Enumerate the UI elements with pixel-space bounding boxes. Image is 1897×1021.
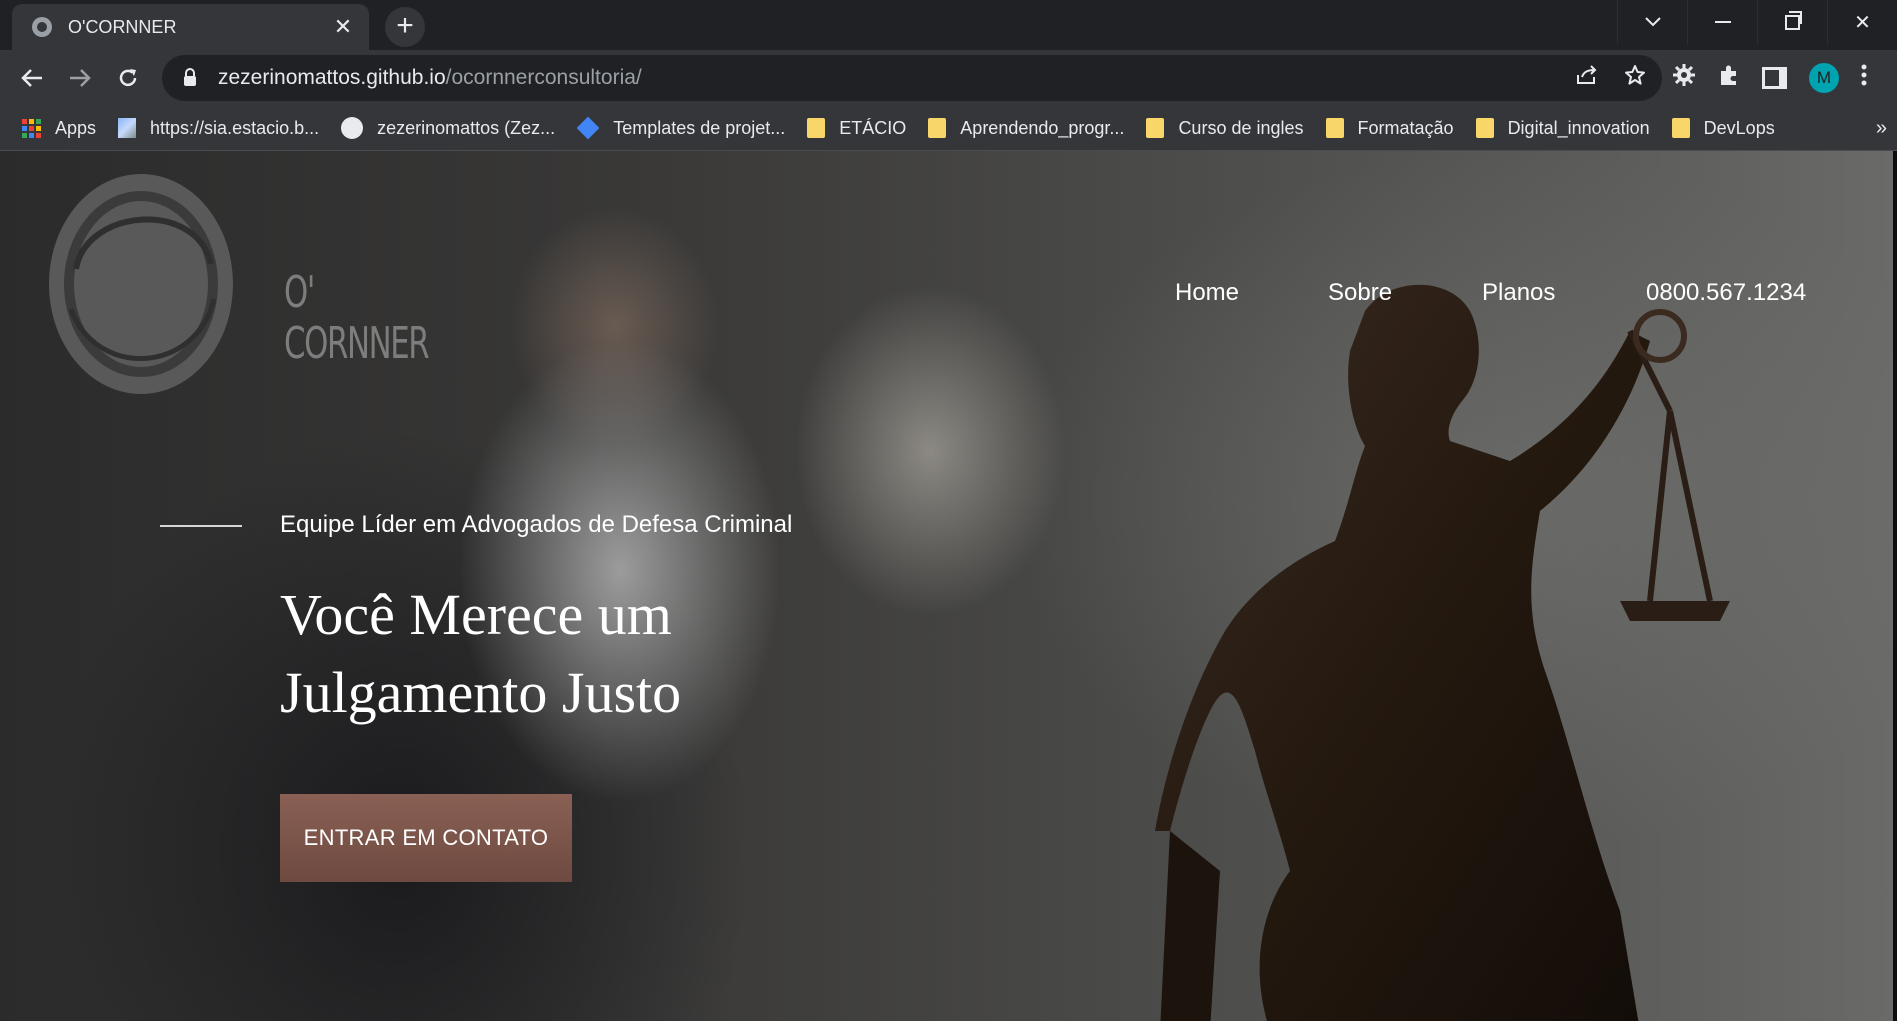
bookmark-folder-devlops[interactable]: DevLops bbox=[1671, 106, 1775, 150]
close-icon: ✕ bbox=[1854, 11, 1871, 34]
url-host: zezerinomattos.github.io bbox=[218, 66, 446, 89]
bookmark-label: DevLops bbox=[1703, 117, 1775, 138]
bookmark-label: Templates de projet... bbox=[613, 117, 786, 138]
browser-toolbar: zezerinomattos.github.io/ocornnerconsult… bbox=[0, 50, 1897, 106]
arrow-right-icon bbox=[70, 69, 91, 87]
new-tab-button[interactable]: + bbox=[385, 7, 425, 47]
extensions-area: M bbox=[1672, 55, 1867, 101]
bookmark-label: Curso de ingles bbox=[1178, 117, 1304, 138]
nav-planos[interactable]: Planos bbox=[1482, 279, 1555, 307]
reload-button[interactable] bbox=[108, 58, 148, 98]
folder-icon bbox=[1325, 118, 1344, 138]
arrow-left-icon bbox=[21, 69, 42, 87]
logo-emblem-icon bbox=[49, 174, 233, 394]
folder-icon bbox=[928, 118, 947, 138]
bookmark-label: Apps bbox=[55, 117, 97, 138]
github-icon bbox=[341, 117, 364, 139]
bookmark-folder-formatacao[interactable]: Formatação bbox=[1325, 106, 1454, 150]
side-panel-icon[interactable] bbox=[1762, 67, 1787, 89]
extension-gear-icon[interactable] bbox=[1672, 63, 1696, 93]
bookmark-apps[interactable]: Apps bbox=[22, 106, 96, 150]
bookmark-label: ETÁCIO bbox=[839, 117, 907, 138]
justice-statue-image bbox=[1155, 284, 1730, 1021]
restore-button[interactable] bbox=[1757, 0, 1827, 44]
logo-text: O' CORNNER bbox=[284, 267, 430, 369]
bookmark-label: zezerinomattos (Zez... bbox=[377, 117, 556, 138]
reload-icon bbox=[119, 69, 137, 87]
folder-icon bbox=[1146, 118, 1165, 138]
diamond-icon bbox=[576, 116, 600, 140]
bookmark-label: Formatação bbox=[1357, 117, 1454, 138]
bookmark-sia-estacio[interactable]: https://sia.estacio.b... bbox=[118, 106, 319, 150]
minimize-button[interactable] bbox=[1687, 0, 1757, 44]
tab-title: O'CORNNER bbox=[68, 16, 177, 37]
bookmark-label: Digital_innovation bbox=[1507, 117, 1650, 138]
site-logo[interactable]: O' CORNNER bbox=[46, 169, 430, 399]
back-button[interactable] bbox=[12, 58, 52, 98]
browser-title-bar: O'CORNNER ✕ + ✕ bbox=[0, 0, 1897, 50]
folder-icon bbox=[1475, 118, 1494, 138]
bookmark-star-icon[interactable] bbox=[1624, 64, 1646, 92]
chevron-down-icon bbox=[1644, 17, 1661, 27]
omnibox-actions bbox=[1576, 55, 1646, 101]
close-tab-icon[interactable]: ✕ bbox=[329, 13, 357, 41]
bookmark-folder-etacio[interactable]: ETÁCIO bbox=[807, 106, 906, 150]
tab-search-button[interactable] bbox=[1617, 0, 1687, 44]
apps-grid-icon bbox=[22, 118, 41, 138]
image-icon bbox=[118, 118, 137, 138]
profile-avatar[interactable]: M bbox=[1809, 63, 1839, 93]
nav-phone[interactable]: 0800.567.1234 bbox=[1646, 279, 1806, 307]
hero-title-line1: Você Merece um bbox=[280, 582, 672, 647]
restore-icon bbox=[1785, 10, 1802, 30]
bookmark-folder-curso-ingles[interactable]: Curso de ingles bbox=[1146, 106, 1304, 150]
browser-tab[interactable]: O'CORNNER ✕ bbox=[12, 4, 369, 50]
hero-title: Você Merece um Julgamento Justo bbox=[280, 576, 780, 732]
lock-icon bbox=[184, 68, 196, 86]
hero-divider-line bbox=[160, 525, 242, 527]
folder-icon bbox=[1671, 118, 1690, 138]
address-bar[interactable]: zezerinomattos.github.io/ocornnerconsult… bbox=[162, 55, 1662, 101]
url-path: /ocornnerconsultoria/ bbox=[445, 66, 642, 89]
bookmarks-bar: Apps https://sia.estacio.b... zezerinoma… bbox=[0, 106, 1897, 151]
bookmark-label: Aprendendo_progr... bbox=[960, 117, 1125, 138]
hero-title-line2: Julgamento Justo bbox=[280, 660, 682, 725]
more-bookmarks-button[interactable]: » bbox=[1876, 117, 1887, 140]
contact-button[interactable]: ENTRAR EM CONTATO bbox=[280, 794, 572, 882]
menu-kebab-icon[interactable] bbox=[1861, 64, 1867, 92]
bookmark-folder-digital-innovation[interactable]: Digital_innovation bbox=[1475, 106, 1650, 150]
minimize-icon bbox=[1714, 21, 1731, 23]
extensions-puzzle-icon[interactable] bbox=[1718, 64, 1740, 92]
window-controls: ✕ bbox=[1617, 0, 1897, 44]
nav-sobre[interactable]: Sobre bbox=[1328, 279, 1392, 307]
hero-eyebrow: Equipe Líder em Advogados de Defesa Crim… bbox=[280, 511, 793, 538]
close-window-button[interactable]: ✕ bbox=[1827, 0, 1897, 44]
forward-button[interactable] bbox=[60, 58, 100, 98]
folder-icon bbox=[807, 118, 826, 138]
bookmark-label: https://sia.estacio.b... bbox=[150, 117, 320, 138]
bookmark-github[interactable]: zezerinomattos (Zez... bbox=[341, 106, 555, 150]
nav-home[interactable]: Home bbox=[1175, 279, 1239, 307]
globe-icon bbox=[32, 17, 52, 37]
share-icon[interactable] bbox=[1576, 65, 1598, 91]
hero-section: O' CORNNER Home Sobre Planos 0800.567.12… bbox=[0, 151, 1897, 1021]
url-text[interactable]: zezerinomattos.github.io/ocornnerconsult… bbox=[218, 66, 642, 90]
bookmark-folder-aprendendo[interactable]: Aprendendo_progr... bbox=[928, 106, 1124, 150]
page-scrollbar[interactable] bbox=[1893, 151, 1897, 1021]
bookmark-templates[interactable]: Templates de projet... bbox=[576, 106, 786, 150]
